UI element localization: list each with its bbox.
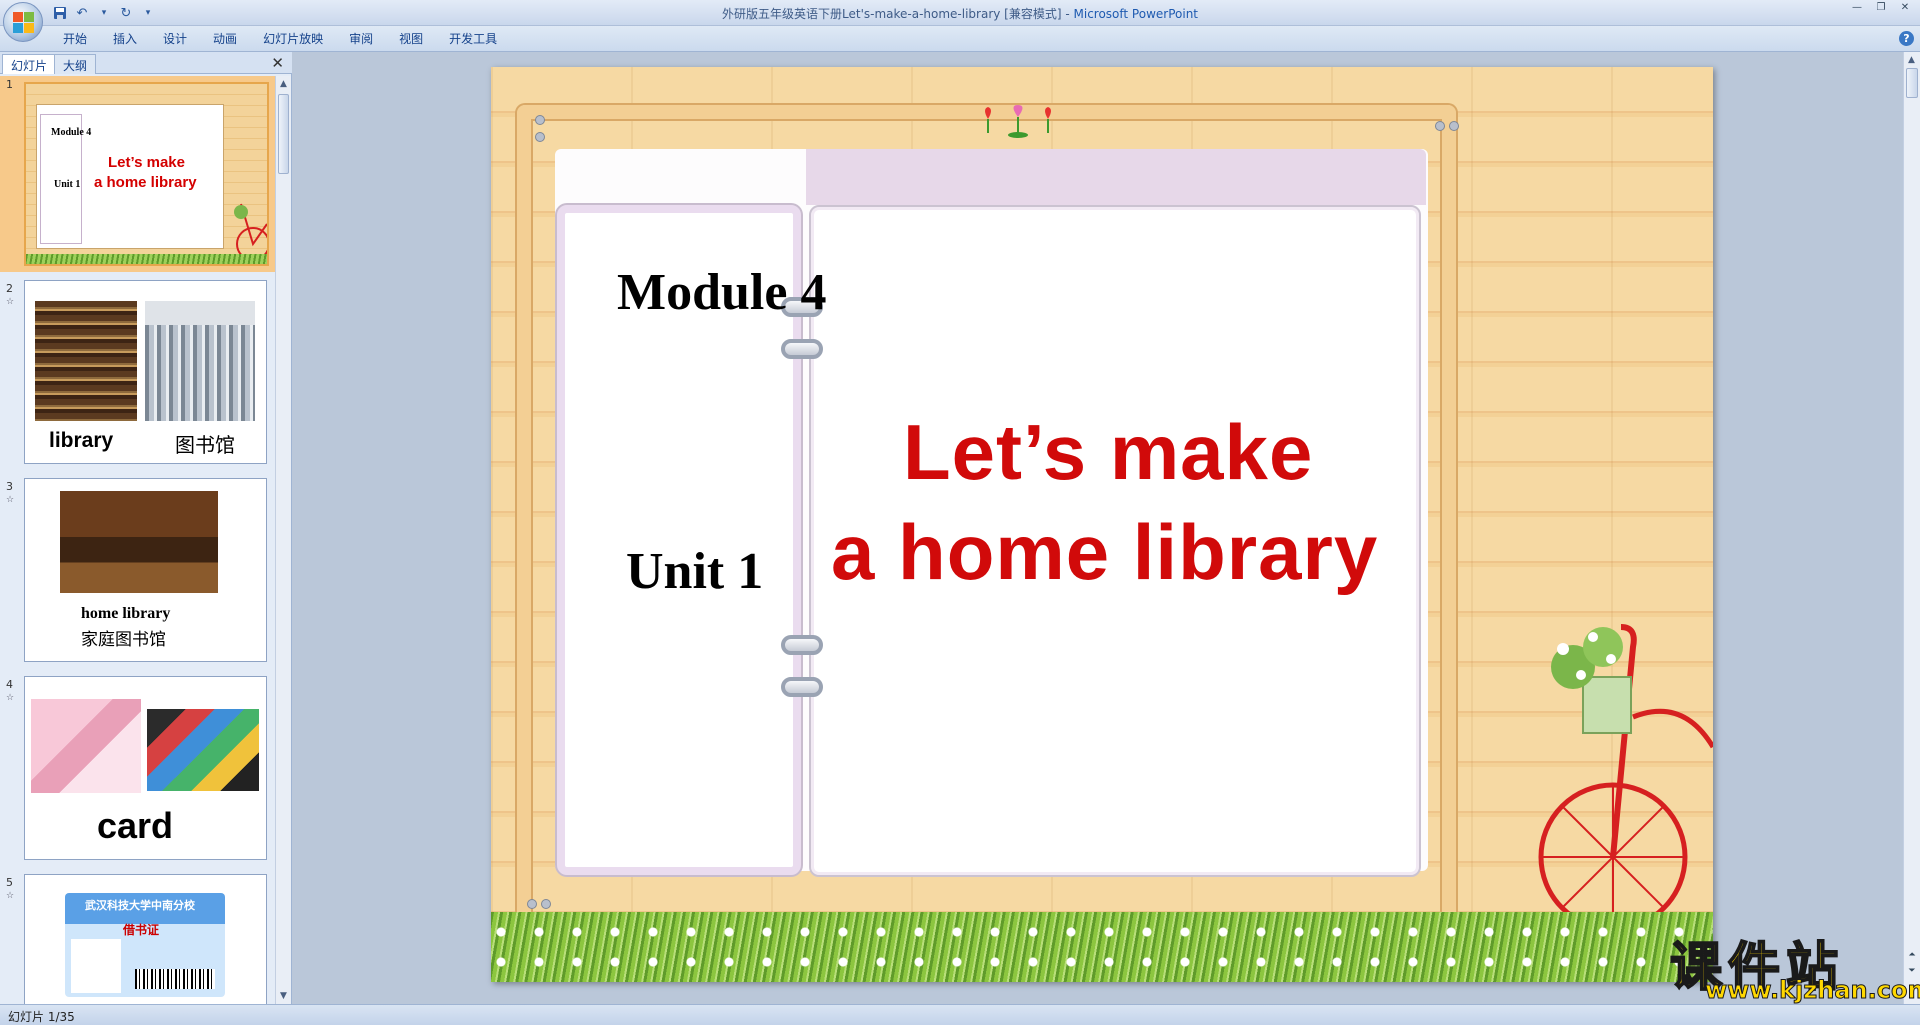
current-slide[interactable]: Module 4 Unit 1 Let’s make a home librar… xyxy=(491,67,1713,982)
ribbon-tabs: 开始 插入 设计 动画 幻灯片放映 审阅 视图 开发工具 xyxy=(50,30,510,48)
binder-ring xyxy=(781,635,823,655)
thumbnail-image: card xyxy=(24,676,267,860)
thumbnail-image: Module 4 Unit 1 Let’s make a home librar… xyxy=(24,82,269,266)
binder-ring xyxy=(781,339,823,359)
slide-thumbnail-list: 1 Module 4 Unit 1 Let’s make a home libr… xyxy=(0,76,276,1004)
scroll-thumb[interactable] xyxy=(278,94,289,174)
status-bar: 幻灯片 1/35 xyxy=(0,1004,1920,1025)
caption-en: library xyxy=(49,429,114,452)
caption-en: card xyxy=(97,805,174,846)
app-name: Microsoft PowerPoint xyxy=(1073,7,1199,21)
scroll-thumb[interactable] xyxy=(1906,68,1918,98)
restore-button[interactable]: ❐ xyxy=(1870,2,1892,16)
animation-star-icon: ☆ xyxy=(6,297,15,307)
library-photo xyxy=(35,301,137,421)
tab-insert[interactable]: 插入 xyxy=(100,30,150,48)
library-card-photo: 武汉科技大学中南分校 借书证 xyxy=(65,893,225,997)
thumbnail-image: library 图书馆 xyxy=(24,280,267,464)
tab-slides[interactable]: 幻灯片 xyxy=(2,54,57,74)
thumbnail-image: home library 家庭图书馆 xyxy=(24,478,267,662)
binder-ring xyxy=(781,677,823,697)
caption-en: home library xyxy=(81,605,171,622)
slide-thumbnail-3[interactable]: 3 ☆ home library 家庭图书馆 xyxy=(0,478,276,668)
thumb-title-line1: Let’s make xyxy=(108,154,185,171)
tab-home[interactable]: 开始 xyxy=(50,30,100,48)
thumb-unit-text: Unit 1 xyxy=(54,179,81,190)
home-library-photo xyxy=(60,491,218,593)
office-button[interactable] xyxy=(3,2,43,42)
screw-icon xyxy=(535,132,545,142)
slide-number: 5 xyxy=(6,876,13,889)
slide-title-line1[interactable]: Let’s make xyxy=(903,407,1313,498)
card-photo-2 xyxy=(147,709,259,791)
tab-view[interactable]: 视图 xyxy=(386,30,436,48)
screw-icon xyxy=(535,115,545,125)
screw-icon xyxy=(1449,121,1459,131)
library-photo-2 xyxy=(145,301,255,421)
office-logo-icon xyxy=(13,12,35,34)
animation-star-icon: ☆ xyxy=(6,693,15,703)
next-slide-icon[interactable]: ⏷ xyxy=(1906,966,1918,976)
title-bar: ↶ ▾ ↻ ▾ 外研版五年级英语下册Let's-make-a-home-libr… xyxy=(0,0,1920,26)
panel-tabs: 幻灯片 大纲 ✕ xyxy=(0,52,292,74)
slide-thumbnail-4[interactable]: 4 ☆ card xyxy=(0,676,276,866)
main-scrollbar[interactable]: ▲ ⏶ ⏷ xyxy=(1903,52,1920,1004)
slide-thumbnail-1[interactable]: 1 Module 4 Unit 1 Let’s make a home libr… xyxy=(0,76,276,272)
caption-cn: 家庭图书馆 xyxy=(81,630,166,650)
slide-number: 4 xyxy=(6,678,13,691)
thumb-module-text: Module 4 xyxy=(51,127,92,138)
slide-thumbnail-2[interactable]: 2 ☆ library 图书馆 xyxy=(0,280,276,470)
screw-icon xyxy=(541,899,551,909)
close-panel-icon[interactable]: ✕ xyxy=(271,54,284,72)
barcode xyxy=(135,969,215,989)
grass-strip xyxy=(26,254,267,264)
tab-design[interactable]: 设计 xyxy=(150,30,200,48)
window-controls: — ❐ ✕ xyxy=(1846,2,1916,16)
close-window-button[interactable]: ✕ xyxy=(1894,2,1916,16)
ribbon: 开始 插入 设计 动画 幻灯片放映 审阅 视图 开发工具 ? xyxy=(0,26,1920,52)
tab-slideshow[interactable]: 幻灯片放映 xyxy=(250,30,336,48)
slide-number: 2 xyxy=(6,282,13,295)
screw-icon xyxy=(1435,121,1445,131)
card-photo xyxy=(31,699,141,793)
slide-title-line2[interactable]: a home library xyxy=(831,507,1378,598)
photo-slot xyxy=(71,939,121,993)
tulips-icon xyxy=(985,105,1051,138)
slide-thumbnail-5[interactable]: 5 ☆ 武汉科技大学中南分校 借书证 xyxy=(0,874,276,1004)
slide-number: 3 xyxy=(6,480,13,493)
unit-heading[interactable]: Unit 1 xyxy=(626,542,763,601)
grass-flowers-strip xyxy=(491,912,1713,982)
caption-cn: 图书馆 xyxy=(175,433,235,457)
module-heading[interactable]: Module 4 xyxy=(617,263,826,322)
slide-counter: 幻灯片 1/35 xyxy=(8,1010,75,1024)
purple-band xyxy=(806,149,1426,205)
card-subtitle: 借书证 xyxy=(123,923,160,937)
screw-icon xyxy=(527,899,537,909)
animation-star-icon: ☆ xyxy=(6,891,15,901)
watermark-url: www.kjzhan.com xyxy=(1704,976,1920,1005)
bicycle-with-flowers-icon xyxy=(1538,624,1713,932)
thumb-title-line2: a home library xyxy=(94,174,197,191)
previous-slide-icon[interactable]: ⏶ xyxy=(1906,950,1918,960)
thumbnail-image: 武汉科技大学中南分校 借书证 xyxy=(24,874,267,1004)
tab-animations[interactable]: 动画 xyxy=(200,30,250,48)
document-title: 外研版五年级英语下册Let's-make-a-home-library [兼容模… xyxy=(722,7,1074,21)
card-title: 武汉科技大学中南分校 xyxy=(85,899,195,912)
scroll-down-icon[interactable]: ▼ xyxy=(276,988,291,1004)
slide-number: 1 xyxy=(6,78,13,91)
window-title: 外研版五年级英语下册Let's-make-a-home-library [兼容模… xyxy=(0,5,1920,22)
scroll-up-icon[interactable]: ▲ xyxy=(276,76,291,92)
scroll-up-icon[interactable]: ▲ xyxy=(1904,52,1919,68)
panel-scrollbar[interactable]: ▲ ▼ xyxy=(275,76,291,1004)
animation-star-icon: ☆ xyxy=(6,495,15,505)
help-icon[interactable]: ? xyxy=(1899,31,1914,46)
tab-outline[interactable]: 大纲 xyxy=(54,54,97,74)
minimize-button[interactable]: — xyxy=(1846,2,1868,16)
tab-review[interactable]: 审阅 xyxy=(336,30,386,48)
slides-panel: 幻灯片 大纲 ✕ 1 Module 4 Unit 1 Let’s make a … xyxy=(0,52,292,1004)
tab-developer[interactable]: 开发工具 xyxy=(436,30,510,48)
